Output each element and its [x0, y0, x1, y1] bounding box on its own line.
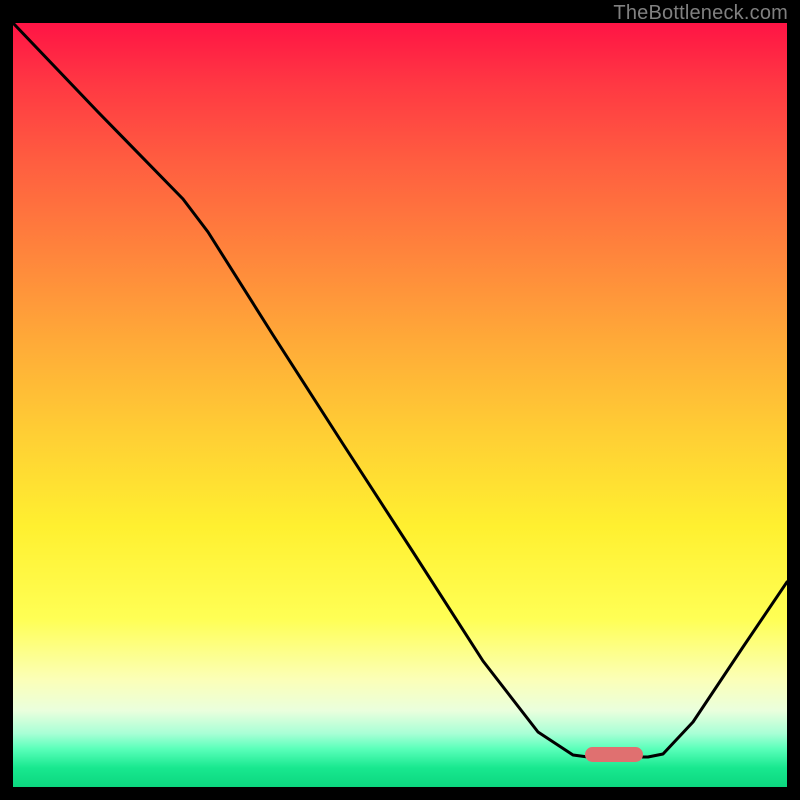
chart-frame — [13, 23, 787, 787]
bottleneck-curve — [13, 23, 787, 787]
watermark-text: TheBottleneck.com — [613, 2, 788, 25]
optimal-marker — [585, 747, 643, 762]
